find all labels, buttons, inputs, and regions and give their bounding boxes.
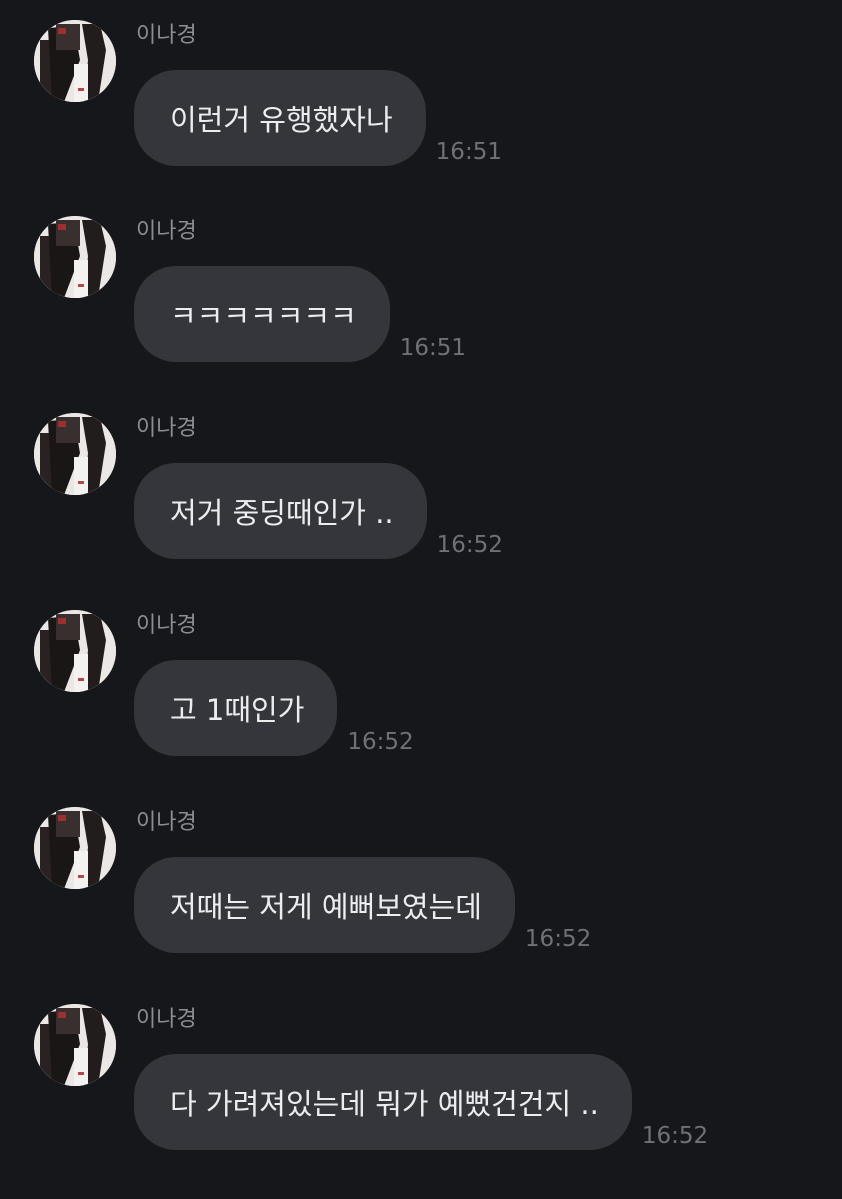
message-item: 이나경 다 가려져있는데 뭐가 예뻤건건지 .. 16:52 [0,984,842,1180]
message-item: 이나경 저때는 저게 예뻐보였는데 16:52 [0,787,842,983]
message-item: 이나경 이런거 유행했자나 16:51 [0,0,842,196]
avatar[interactable] [34,20,116,102]
avatar[interactable] [34,1004,116,1086]
sender-name: 이나경 [136,810,197,835]
sender-name: 이나경 [136,219,197,244]
profile-photo-icon [34,807,116,889]
sender-name: 이나경 [136,613,197,638]
message-time: 16:51 [399,335,467,361]
sender-name: 이나경 [136,416,197,441]
sender-name: 이나경 [136,23,197,48]
avatar[interactable] [34,216,116,298]
message-time: 16:52 [641,1123,709,1149]
profile-photo-icon [34,216,116,298]
message-time: 16:52 [524,926,592,952]
message-row: 이런거 유행했자나 16:51 [134,70,502,166]
message-item: 이나경 ㅋㅋㅋㅋㅋㅋㅋ 16:51 [0,196,842,392]
profile-photo-icon [34,610,116,692]
message-time: 16:51 [435,139,502,165]
message-item: 이나경 고 1때인가 16:52 [0,590,842,786]
message-bubble[interactable]: 이런거 유행했자나 [134,70,426,166]
message-bubble[interactable]: 고 1때인가 [134,660,338,756]
avatar[interactable] [34,807,116,889]
sender-name: 이나경 [136,1007,197,1032]
profile-photo-icon [34,20,116,102]
message-row: 고 1때인가 16:52 [134,660,414,756]
message-bubble[interactable]: 저거 중딩때인가 .. [134,463,427,559]
avatar[interactable] [34,610,116,692]
profile-photo-icon [34,1004,116,1086]
message-item: 이나경 저거 중딩때인가 .. 16:52 [0,393,842,589]
message-time: 16:52 [347,729,414,755]
message-row: 저때는 저게 예뻐보였는데 16:52 [134,857,591,953]
message-row: 저거 중딩때인가 .. 16:52 [134,463,503,559]
message-bubble[interactable]: ㅋㅋㅋㅋㅋㅋㅋ [134,266,390,362]
avatar[interactable] [34,413,116,495]
profile-photo-icon [34,413,116,495]
message-bubble[interactable]: 저때는 저게 예뻐보였는데 [134,857,515,953]
message-time: 16:52 [436,532,503,558]
message-bubble[interactable]: 다 가려져있는데 뭐가 예뻤건건지 .. [134,1054,632,1150]
message-row: 다 가려져있는데 뭐가 예뻤건건지 .. 16:52 [134,1054,708,1150]
message-row: ㅋㅋㅋㅋㅋㅋㅋ 16:51 [134,266,466,362]
